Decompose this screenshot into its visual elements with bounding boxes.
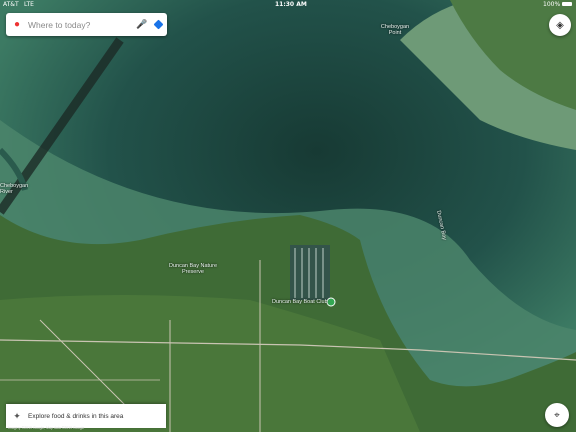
clock: 11:30 AM — [275, 1, 307, 8]
layers-button[interactable]: ◈ — [549, 14, 571, 36]
explore-label: Explore food & drinks in this area — [28, 412, 124, 420]
layers-icon: ◈ — [556, 19, 564, 31]
map-label-boat-club[interactable]: Duncan Bay Boat Club — [272, 299, 328, 305]
search-bar[interactable]: ● Where to today? 🎤 — [6, 13, 167, 36]
map-label-nature-preserve[interactable]: Duncan Bay Nature Preserve — [168, 263, 218, 275]
battery-percent: 100% — [543, 1, 561, 8]
map-label-cheboygan-point[interactable]: Cheboygan Point — [380, 24, 410, 36]
map-attribution: Imagery ©2019 Google, Map data ©2019 Goo… — [8, 426, 85, 430]
map-label-cheboygan-river[interactable]: Cheboygan River — [0, 183, 34, 195]
my-location-icon: ⌖ — [554, 409, 560, 421]
search-input[interactable]: Where to today? — [28, 20, 135, 30]
explore-icon: ✦ — [13, 410, 21, 421]
satellite-map[interactable] — [0, 0, 576, 432]
directions-icon[interactable] — [149, 19, 167, 30]
battery-icon — [562, 2, 572, 6]
my-location-button[interactable]: ⌖ — [545, 403, 569, 427]
carrier: AT&T — [3, 1, 19, 8]
network: LTE — [24, 1, 34, 8]
mic-icon[interactable]: 🎤 — [135, 19, 149, 30]
maps-logo-icon: ● — [13, 19, 21, 30]
explore-bar[interactable]: ✦ Explore food & drinks in this area — [6, 404, 166, 428]
status-bar: AT&T LTE 11:30 AM 100% — [0, 0, 576, 9]
